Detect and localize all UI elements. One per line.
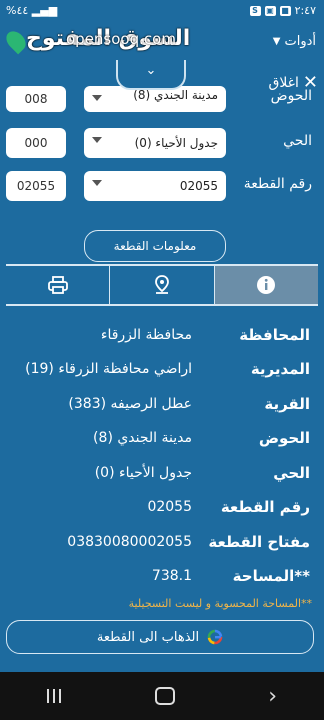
parcel-select[interactable]: 02055 [84,171,226,201]
status-bar: %٤٤ ▂▄▆ S ▣ ■ ٢:٤٧ [0,0,324,22]
tab-print[interactable] [6,266,109,304]
chevron-down-icon: ⌄ [145,63,157,78]
neighborhood-label: الحي [283,133,312,149]
form-row-neighborhood: الحي جدول الأحياء (0) 000 [0,127,324,159]
goto-parcel-button[interactable]: الذهاب الى القطعة [6,620,314,654]
signal-icon: ▂▄▆ [31,4,58,17]
caret-down-icon [92,137,102,143]
detail-row: المديرية اراضي محافظة الزرقاء (19) [0,354,324,386]
tab-info[interactable] [213,266,318,304]
detail-key: الحي [273,464,310,482]
detail-value: 02055 [147,499,192,515]
area-note: **المساحة المحسوبة و ليست التسجيلية [128,597,312,610]
parcel-info-button[interactable]: معلومات القطعة [84,230,226,262]
chevron-down-icon: ▼ [272,36,281,47]
basin-input[interactable]: 008 [6,86,66,112]
notification-icon: S [249,5,261,16]
detail-key: رقم القطعة [220,498,310,516]
location-pin-icon [155,275,169,294]
info-icon [257,276,276,294]
detail-value: اراضي محافظة الزرقاء (19) [25,361,192,377]
goto-label: الذهاب الى القطعة [96,629,200,645]
tab-location[interactable] [109,266,213,304]
detail-row: مفتاح القطعة 03830080002055 [0,527,324,559]
detail-row: رقم القطعة 02055 [0,492,324,524]
detail-key: المساحة** [232,567,310,585]
neighborhood-input[interactable]: 000 [6,128,66,158]
detail-key: الحوض [258,429,310,447]
watermark-en: opensooq.com [66,30,176,48]
caret-down-icon [92,180,102,186]
detail-row: الحي جدول الأحياء (0) [0,458,324,490]
caret-down-icon [92,95,102,101]
google-icon [207,629,223,645]
detail-key: مفتاح القطعة [208,533,310,551]
detail-value: عطل الرصيفه (383) [68,396,192,412]
app-icon: ■ [279,5,291,16]
detail-value: 738.1 [151,568,192,584]
tools-label: أدوات [284,34,316,49]
neighborhood-select[interactable]: جدول الأحياء (0) [84,128,226,158]
status-time: ٢:٤٧ [294,4,316,17]
tools-menu[interactable]: أدوات ▼ [273,34,316,49]
print-icon [47,276,68,294]
system-nav-bar: › [0,672,324,720]
image-icon: ▣ [264,5,276,16]
detail-key: القرية [264,395,310,413]
parcel-label: رقم القطعة [243,176,312,192]
detail-row: القرية عطل الرصيفه (383) [0,389,324,421]
close-label: اغلاق [268,74,299,91]
home-icon[interactable] [154,687,175,705]
detail-key: المديرية [250,360,310,378]
detail-value: مدينة الجندي (8) [93,430,192,446]
recent-apps-icon[interactable] [46,689,61,703]
detail-key: المحافظة [239,326,310,344]
battery-text: %٤٤ [6,4,29,17]
detail-row: المساحة** 738.1 [0,561,324,593]
close-button[interactable]: اغلاق ✕ [268,72,318,93]
parcel-input[interactable]: 02055 [6,171,66,201]
close-icon: ✕ [302,72,318,93]
detail-row: الحوض مدينة الجندي (8) [0,423,324,455]
back-icon[interactable]: › [268,684,277,709]
form-row-parcel: رقم القطعة 02055 02055 [0,170,324,202]
detail-value: جدول الأحياء (0) [94,465,192,481]
tab-bar [6,264,318,306]
detail-value: محافظة الزرقاء [100,327,192,343]
detail-row: المحافظة محافظة الزرقاء [0,320,324,352]
collapse-button[interactable]: ⌄ [116,60,186,90]
detail-value: 03830080002055 [67,534,192,550]
